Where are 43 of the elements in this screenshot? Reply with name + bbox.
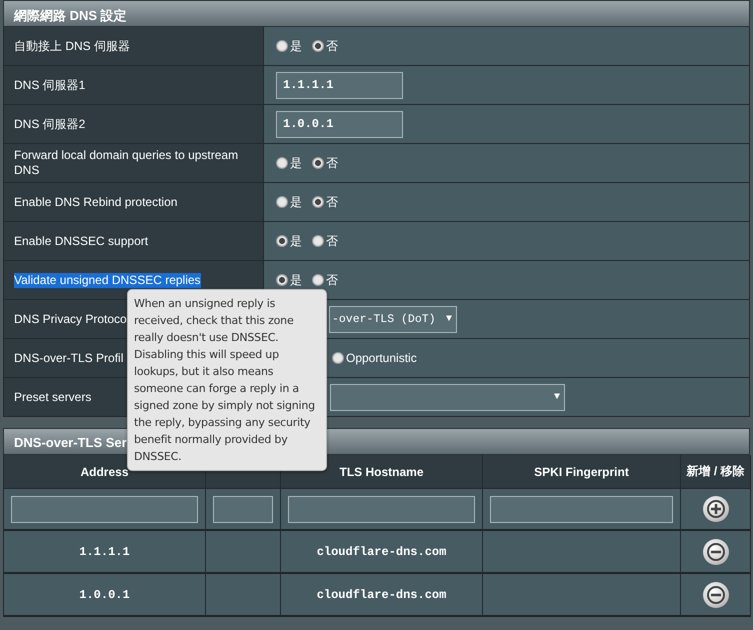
table-cell: cloudflare-dns.com: [281, 574, 483, 617]
setting-label: DNS 伺服器1: [14, 78, 86, 92]
input-field[interactable]: [11, 496, 198, 522]
add-icon: [706, 500, 724, 518]
tooltip: When an unsigned reply is received, check that this zone really doesn't use DNSSEC. Disabling this will speed up lookups, but it also means someone can forge a reply in a signed zone by simply not signing the reply, bypassing any security benefit normally provided by DNSSEC.: [127, 289, 327, 471]
setting-label: Preset servers: [14, 390, 92, 404]
remove-icon: [706, 586, 724, 604]
remove-button[interactable]: [702, 538, 728, 564]
text-field[interactable]: 1.1.1.1: [276, 72, 403, 98]
radio-option[interactable]: 否: [312, 272, 338, 288]
setting-label: DNS-over-TLS Profil: [14, 350, 124, 366]
remove-icon: [706, 542, 724, 560]
radio-option[interactable]: 否: [312, 38, 338, 54]
setting-label: 自動接上 DNS 伺服器: [14, 38, 130, 54]
setting-label: Forward local domain queries to upstream DNS: [14, 148, 240, 178]
radio-option[interactable]: 是: [276, 194, 302, 210]
setting-label: Enable DNSSEC support: [14, 234, 148, 248]
input-field[interactable]: [288, 496, 475, 522]
table-cell: 1.0.0.1: [4, 574, 206, 617]
setting-label: DNS Privacy Protoco: [14, 312, 127, 326]
radio-option[interactable]: 否: [312, 194, 338, 210]
column-header: 新增 / 移除: [681, 455, 751, 489]
radio-option[interactable]: 是: [276, 232, 302, 250]
dropdown[interactable]: ▼: [330, 384, 565, 410]
setting-label: Validate unsigned DNSSEC replies: [14, 272, 201, 288]
table-cell: 1.1.1.1: [4, 531, 206, 574]
radio-option[interactable]: 否: [312, 154, 338, 172]
input-field[interactable]: [213, 496, 273, 522]
remove-button[interactable]: [702, 582, 728, 608]
add-button[interactable]: [702, 496, 728, 522]
setting-label: DNS 伺服器2: [14, 116, 86, 132]
text-field[interactable]: 1.0.0.1: [276, 110, 403, 138]
input-field[interactable]: [490, 496, 673, 522]
section-header: 網際網路 DNS 設定: [3, 0, 750, 27]
table-cell: cloudflare-dns.com: [281, 531, 483, 574]
column-header: SPKI Fingerprint: [483, 455, 681, 489]
radio-option[interactable]: 是: [276, 154, 302, 172]
radio-option[interactable]: 是: [276, 272, 302, 288]
dropdown[interactable]: -over-TLS (DoT) ▼: [329, 306, 457, 332]
radio-option[interactable]: Opportunistic: [332, 351, 417, 365]
radio-option[interactable]: 是: [276, 38, 302, 54]
setting-label: Enable DNS Rebind protection: [14, 194, 178, 210]
radio-option[interactable]: 否: [312, 232, 338, 250]
